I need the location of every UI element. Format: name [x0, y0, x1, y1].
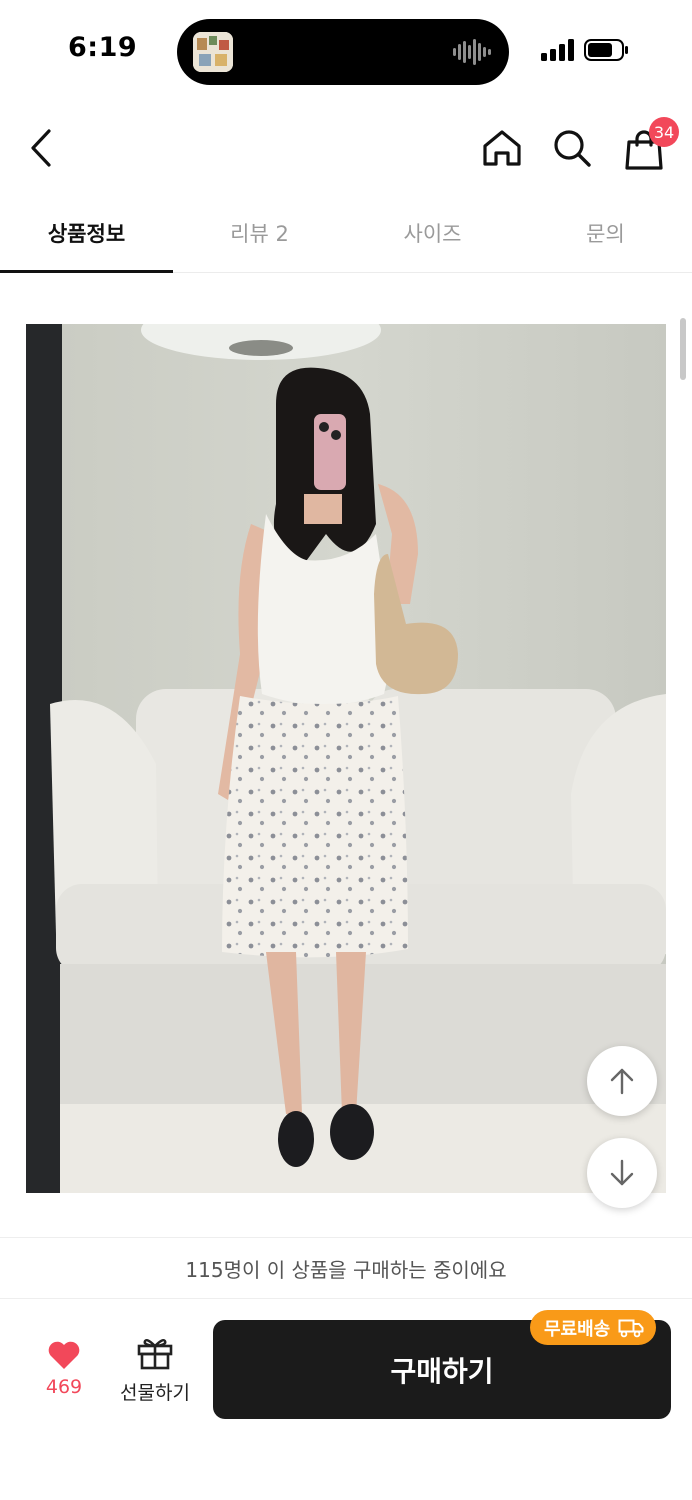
bottom-action-bar: 469 선물하기 구매하기 무료배송	[0, 1300, 692, 1500]
audio-wave-icon	[453, 39, 491, 65]
truck-icon	[618, 1319, 644, 1337]
scroll-indicator[interactable]	[680, 318, 686, 380]
scroll-down-button[interactable]	[587, 1138, 657, 1208]
product-tabs: 상품정보 리뷰 2 사이즈 문의	[0, 195, 692, 273]
back-chevron-icon	[31, 129, 51, 167]
gift-icon	[137, 1338, 173, 1370]
top-nav-bar	[0, 110, 692, 190]
home-button[interactable]	[478, 124, 526, 172]
dynamic-island[interactable]	[177, 19, 509, 85]
heart-icon	[48, 1341, 80, 1369]
arrow-down-icon	[610, 1159, 634, 1186]
product-photo	[26, 324, 666, 1193]
like-button[interactable]: 469	[28, 1340, 100, 1410]
search-button[interactable]	[548, 124, 596, 172]
purchase-activity-notice: 115명이 이 상품을 구매하는 중이에요	[0, 1237, 692, 1299]
status-bar: 6:19	[0, 0, 692, 100]
arrow-up-icon	[610, 1068, 634, 1095]
tab-size[interactable]: 사이즈	[346, 195, 519, 271]
cellular-signal-icon	[541, 39, 574, 61]
tab-product-info[interactable]: 상품정보	[0, 195, 173, 273]
search-icon	[554, 130, 591, 167]
cart-count-badge: 34	[649, 117, 679, 147]
like-count: 469	[45, 1376, 83, 1398]
gift-label: 선물하기	[120, 1382, 190, 1404]
tab-reviews[interactable]: 리뷰 2	[173, 195, 346, 271]
now-playing-thumbnail	[193, 32, 233, 72]
gift-button[interactable]: 선물하기	[110, 1336, 200, 1412]
free-shipping-label: 무료배송	[544, 1318, 611, 1340]
status-time: 6:19	[68, 32, 138, 63]
scroll-up-button[interactable]	[587, 1046, 657, 1116]
back-button[interactable]	[20, 126, 64, 170]
free-shipping-badge: 무료배송	[530, 1310, 657, 1345]
home-icon	[483, 130, 521, 166]
battery-icon	[584, 39, 628, 61]
tab-inquiry[interactable]: 문의	[519, 195, 692, 271]
